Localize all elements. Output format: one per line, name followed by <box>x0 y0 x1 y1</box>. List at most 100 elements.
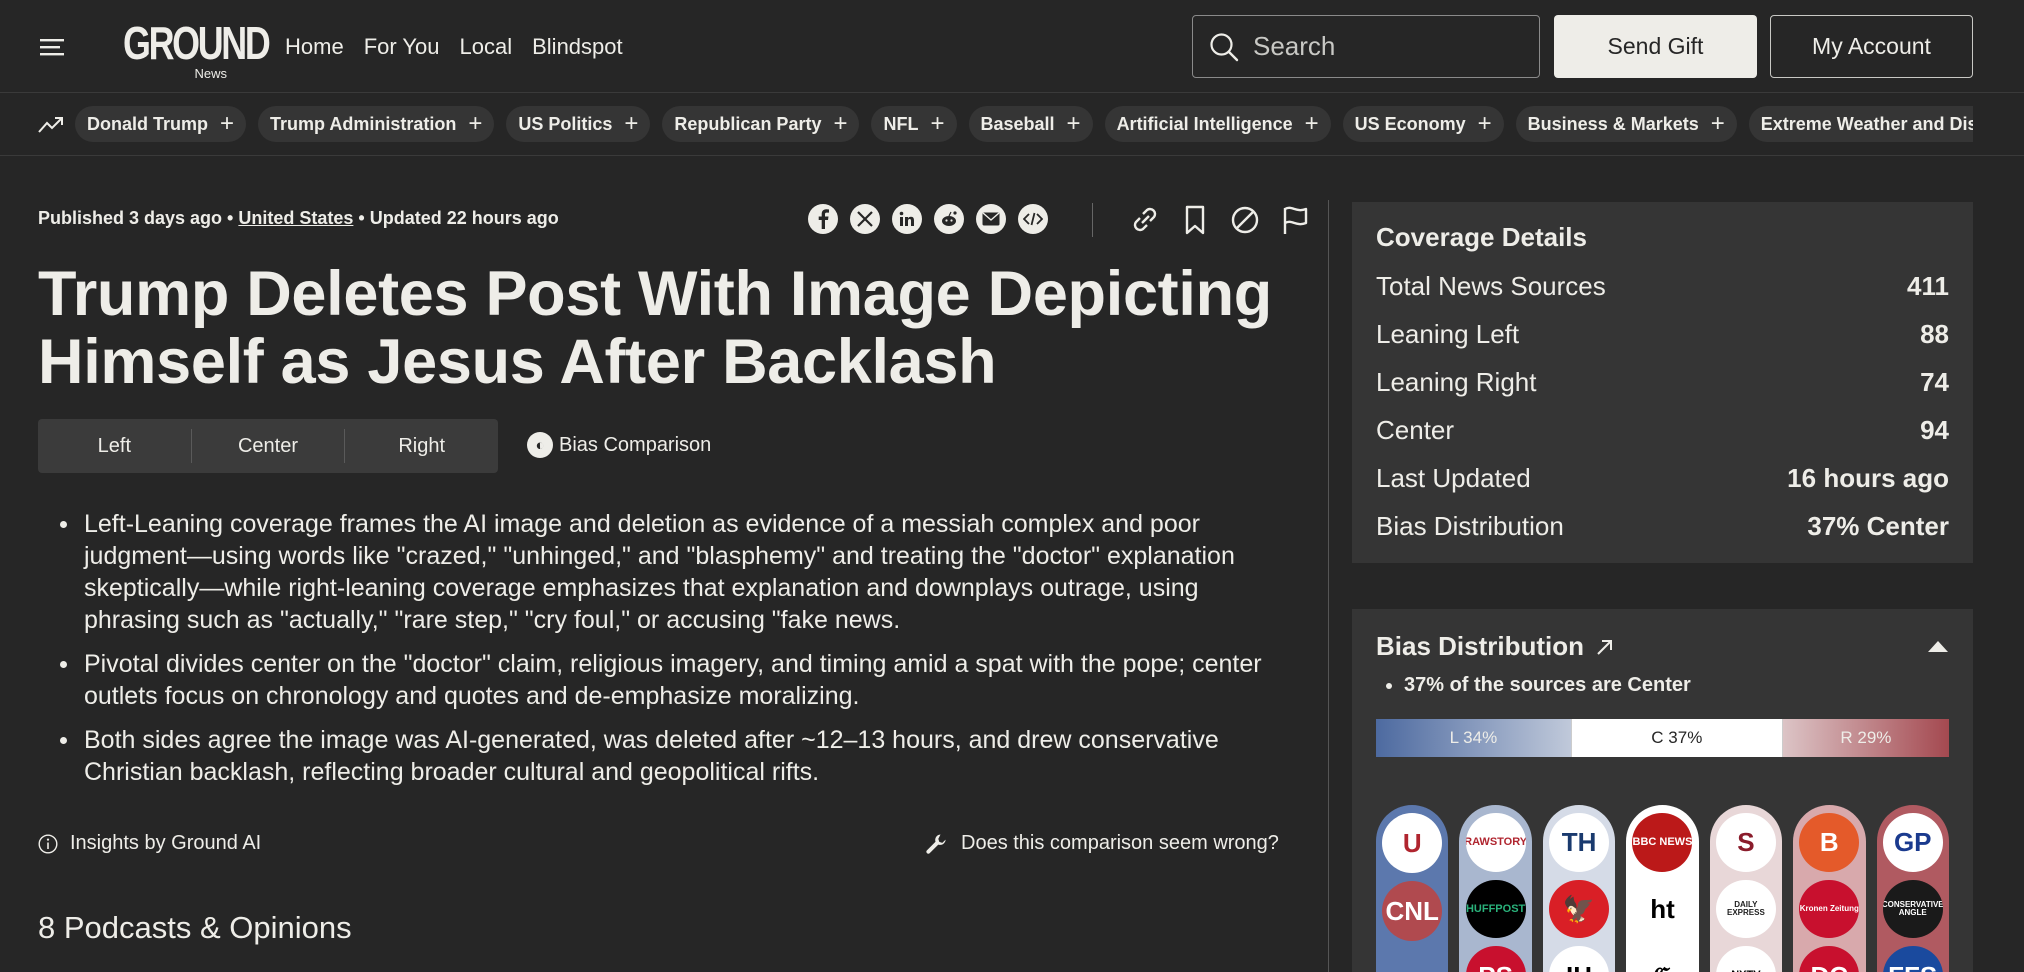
plus-icon[interactable]: + <box>1305 112 1319 136</box>
bias-tabs: Left Center Right <box>38 419 498 473</box>
bias-distribution-title[interactable]: Bias Distribution <box>1376 631 1614 662</box>
facebook-icon[interactable] <box>808 204 838 234</box>
nav-for-you[interactable]: For You <box>364 34 440 60</box>
source-logo[interactable]: BBC NEWS <box>1632 813 1693 872</box>
source-logo[interactable]: CONSERVATIVE ANGLE <box>1882 879 1943 939</box>
bookmark-icon[interactable] <box>1180 204 1210 236</box>
nav-home[interactable]: Home <box>285 34 344 60</box>
search-icon <box>1210 32 1239 61</box>
nav-blindspot[interactable]: Blindspot <box>532 34 623 60</box>
plus-icon[interactable]: + <box>624 112 638 136</box>
bullet-item: Left-Leaning coverage frames the AI imag… <box>38 508 1298 636</box>
search-input[interactable] <box>1253 31 1513 62</box>
plus-icon[interactable]: + <box>220 112 234 136</box>
coverage-label: Last Updated <box>1376 463 1531 493</box>
my-account-button[interactable]: My Account <box>1770 15 1973 78</box>
coverage-label: Leaning Left <box>1376 319 1520 349</box>
topic-chip[interactable]: Artificial Intelligence + <box>1104 106 1331 142</box>
location-link[interactable]: United States <box>238 208 353 228</box>
ground-ai-icon: ◐ <box>527 432 553 458</box>
published-text: Published 3 days ago • <box>38 208 234 228</box>
source-logo[interactable]: GP <box>1882 813 1943 872</box>
source-logo[interactable]: NYTV <box>1715 946 1776 972</box>
linkedin-icon[interactable] <box>892 204 922 234</box>
tab-left[interactable]: Left <box>38 429 192 463</box>
tab-right[interactable]: Right <box>345 429 498 463</box>
bias-bar-left: L 34% <box>1376 719 1571 757</box>
insights-credit: Insights by Ground AI <box>38 832 261 855</box>
topic-chip[interactable]: Business & Markets + <box>1515 106 1737 142</box>
report-comparison-link[interactable]: Does this comparison seem wrong? <box>925 832 1279 855</box>
embed-icon[interactable] <box>1018 204 1048 234</box>
coverage-value: 74 <box>1920 367 1949 397</box>
plus-icon[interactable]: + <box>1067 112 1081 136</box>
tab-center[interactable]: Center <box>192 429 346 463</box>
info-icon <box>38 833 58 854</box>
reddit-icon[interactable] <box>934 204 964 234</box>
source-logo[interactable]: DAILY EXPRESS <box>1715 879 1776 939</box>
topic-chip[interactable]: US Politics + <box>506 106 651 142</box>
topic-chip[interactable]: NFL + <box>871 106 957 142</box>
coverage-row: Leaning Right 74 <box>1376 367 1949 415</box>
coverage-row: Total News Sources 411 <box>1376 271 1949 319</box>
source-logo[interactable]: DC <box>1799 946 1860 972</box>
topic-chip[interactable]: Republican Party + <box>662 106 860 142</box>
comparison-bullets: Left-Leaning coverage frames the AI imag… <box>38 508 1298 800</box>
source-logo[interactable]: U <box>1382 813 1443 873</box>
topic-chip[interactable]: Trump Administration + <box>258 106 495 142</box>
bias-distribution-panel: Bias Distribution 37% of the sources are… <box>1352 609 1973 972</box>
x-icon[interactable] <box>850 204 880 234</box>
source-logo[interactable]: 𝔊 <box>1632 946 1693 972</box>
link-icon[interactable] <box>1130 204 1160 236</box>
topics-bar: Donald Trump + Trump Administration + US P… <box>0 93 2024 156</box>
source-logo[interactable]: HUFFPOST <box>1465 879 1526 939</box>
nav-local[interactable]: Local <box>460 34 513 60</box>
plus-icon[interactable]: + <box>1711 112 1725 136</box>
source-logo[interactable]: IH <box>1549 946 1610 972</box>
flag-icon[interactable] <box>1280 204 1310 236</box>
source-logo[interactable]: S <box>1715 813 1776 872</box>
source-logo[interactable]: FFS <box>1882 946 1943 972</box>
email-icon[interactable] <box>976 204 1006 234</box>
bullet-item: Both sides agree the image was AI-genera… <box>38 724 1298 788</box>
plus-icon[interactable]: + <box>833 112 847 136</box>
menu-icon[interactable] <box>40 37 68 57</box>
source-logo[interactable]: PS <box>1465 946 1526 972</box>
plus-icon[interactable]: + <box>1478 112 1492 136</box>
topic-label: Donald Trump <box>87 113 208 134</box>
source-logo[interactable]: RAWSTORY <box>1465 813 1526 872</box>
coverage-row: Bias Distribution 37% Center <box>1376 511 1949 559</box>
ground-news-logo[interactable]: GROUND News <box>123 20 271 81</box>
send-gift-button[interactable]: Send Gift <box>1554 15 1757 78</box>
topic-chip[interactable]: Extreme Weather and Disasters+ <box>1748 106 1973 142</box>
coverage-row: Center 94 <box>1376 415 1949 463</box>
plus-icon[interactable]: + <box>468 112 482 136</box>
coverage-value: 16 hours ago <box>1787 463 1949 493</box>
article-meta: Published 3 days ago • United States • U… <box>38 208 559 229</box>
collapse-chevron-icon[interactable] <box>1927 640 1949 654</box>
source-logo[interactable]: B <box>1799 813 1860 872</box>
article-tools <box>1130 204 1310 236</box>
bias-comparison-button[interactable]: ◐ Bias Comparison <box>527 432 711 458</box>
topic-label: Trump Administration <box>270 113 457 134</box>
plus-icon[interactable]: + <box>930 112 944 136</box>
insights-label: Insights by Ground AI <box>70 832 262 854</box>
source-logo[interactable]: 🦅 <box>1549 879 1610 939</box>
source-logo-columns: UCNLRAWSTORYHUFFPOSTPSTH🦅IHBBC NEWSht𝔊SD… <box>1376 805 1949 972</box>
source-logo[interactable]: TH <box>1549 813 1610 872</box>
source-column: GP CONSERVATIVE ANGLE FFS <box>1876 805 1949 972</box>
topic-chip[interactable]: Baseball + <box>968 106 1093 142</box>
bias-bar-center: C 37% <box>1570 719 1783 757</box>
source-logo[interactable]: ht <box>1632 879 1693 939</box>
coverage-row: Leaning Left 88 <box>1376 319 1949 367</box>
topic-chip[interactable]: Donald Trump + <box>75 106 247 142</box>
search-box[interactable] <box>1192 15 1540 78</box>
topic-chip[interactable]: US Economy + <box>1342 106 1504 142</box>
source-logo[interactable]: Kronen Zeitung <box>1799 879 1860 939</box>
coverage-value: 94 <box>1920 415 1949 445</box>
external-arrow-icon <box>1597 639 1613 655</box>
source-logo[interactable]: CNL <box>1382 881 1443 941</box>
coverage-label: Bias Distribution <box>1376 511 1564 541</box>
block-icon[interactable] <box>1230 204 1260 236</box>
source-column: RAWSTORY HUFFPOST PS <box>1459 805 1532 972</box>
